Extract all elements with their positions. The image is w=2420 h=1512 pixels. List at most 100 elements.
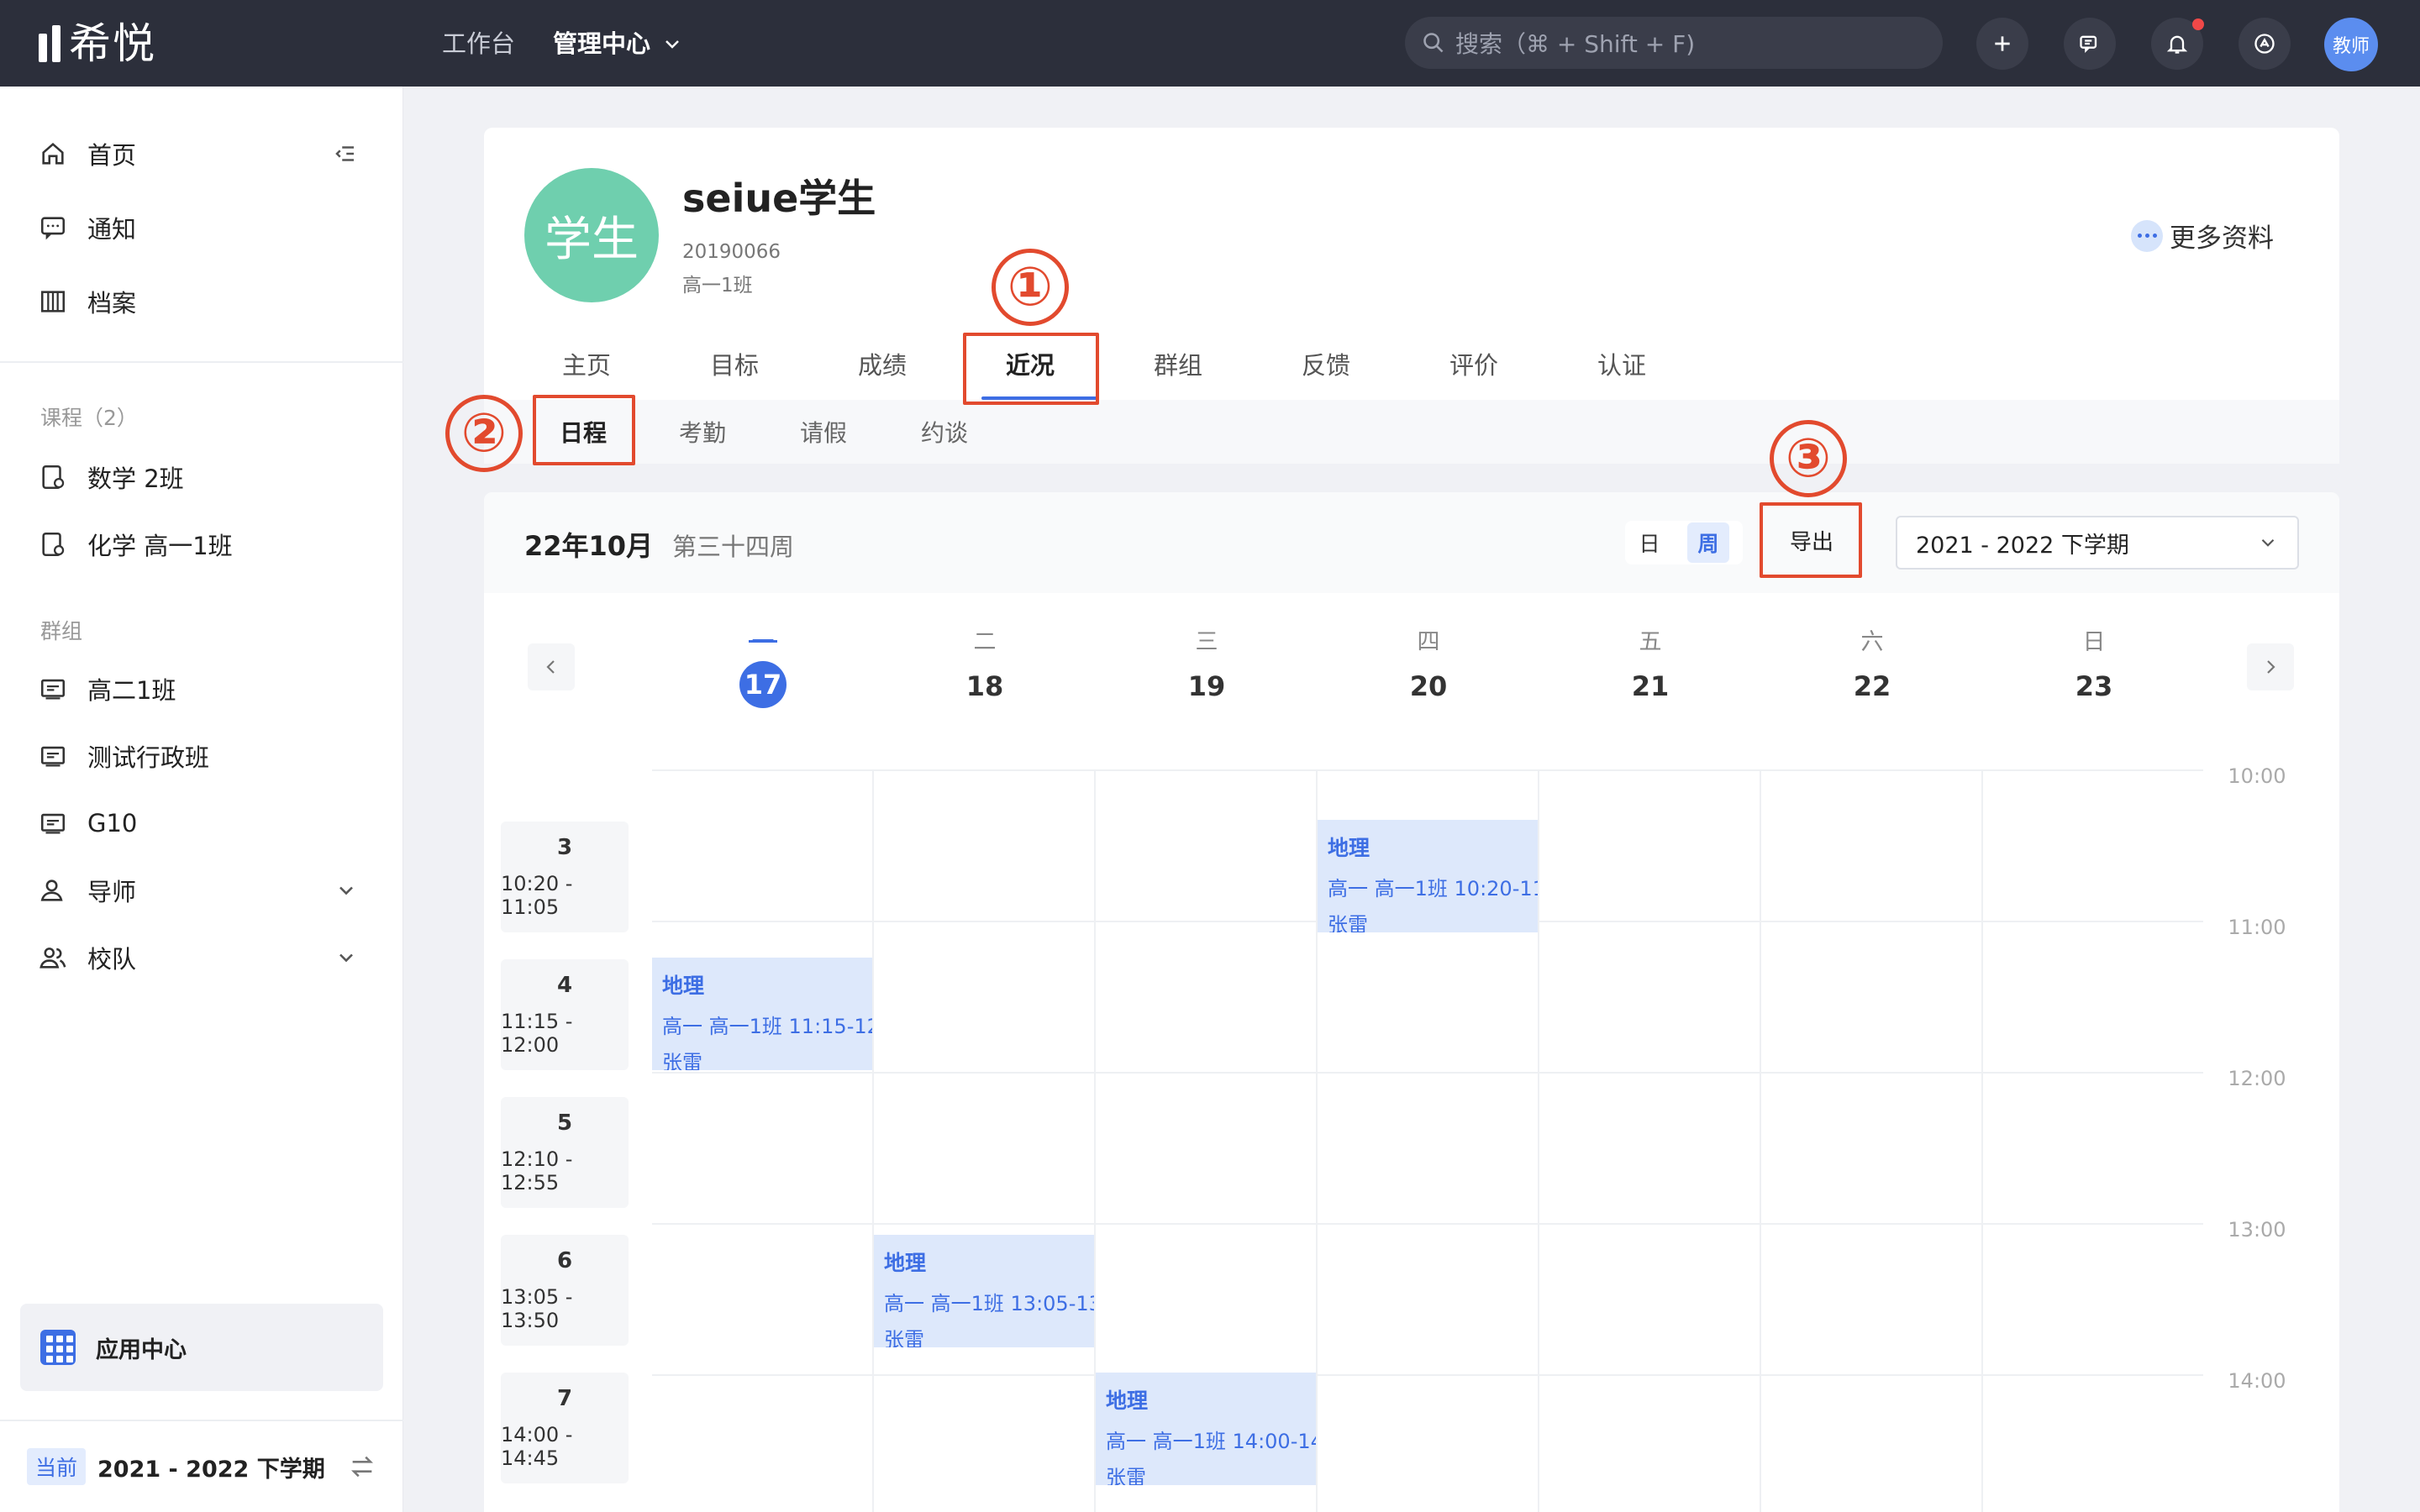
sidebar-item-group-3[interactable]: G10 bbox=[39, 802, 137, 844]
period-number: 4 bbox=[556, 973, 573, 998]
chevron-down-icon bbox=[666, 40, 679, 49]
current-term: 2021 - 2022 下学期 bbox=[97, 1456, 325, 1483]
today-marker bbox=[721, 623, 805, 643]
period-number: 5 bbox=[556, 1110, 573, 1136]
tab-goals[interactable]: 目标 bbox=[701, 346, 768, 381]
day-name: 三 bbox=[1195, 629, 1218, 655]
current-month: 22年10月 bbox=[524, 530, 654, 562]
subtab-leave[interactable]: 请假 bbox=[800, 415, 847, 449]
message-icon bbox=[40, 217, 66, 240]
course-icon bbox=[42, 532, 65, 557]
sidebar-item-group-1[interactable]: 高二1班 bbox=[39, 668, 176, 710]
search-placeholder: 搜索（⌘ + Shift + F) bbox=[1455, 30, 1696, 58]
subtab-attendance[interactable]: 考勤 bbox=[679, 415, 726, 449]
event-teacher: 张雷 bbox=[1328, 913, 1368, 932]
grid-line bbox=[1538, 769, 1539, 1512]
event-title: 地理 bbox=[1328, 836, 1370, 860]
schedule-event[interactable]: 地理 高一 高一1班 11:15-12:00 张雷 bbox=[652, 958, 872, 1070]
day-date[interactable]: 22 bbox=[1830, 670, 1914, 702]
sidebar-item-mentor[interactable]: 导师 bbox=[39, 869, 136, 911]
day-date[interactable]: 18 bbox=[943, 670, 1027, 702]
sidebar-item-home[interactable]: 首页 bbox=[39, 133, 136, 175]
sidebar-item-course-chem[interactable]: 化学 高一1班 bbox=[39, 523, 233, 565]
day-date[interactable]: 23 bbox=[2052, 670, 2136, 702]
switch-term-icon[interactable] bbox=[348, 1452, 376, 1481]
period-slot: 5 12:10 - 12:55 bbox=[501, 1097, 629, 1208]
grid-icon bbox=[40, 1330, 76, 1365]
sidebar-item-team[interactable]: 校队 bbox=[39, 937, 136, 979]
more-info-button[interactable]: 更多资料 bbox=[2131, 217, 2274, 255]
collapse-sidebar-icon[interactable] bbox=[333, 141, 358, 166]
chevron-down-icon[interactable] bbox=[334, 946, 358, 969]
schedule-event[interactable]: 地理 高一 高一1班 14:00-14:45 张雷 bbox=[1096, 1373, 1316, 1485]
search-input[interactable]: 搜索（⌘ + Shift + F) bbox=[1405, 17, 1943, 69]
student-name: seiue学生 bbox=[682, 176, 876, 221]
day-name: 五 bbox=[1639, 629, 1662, 655]
sidebar-item-label: 校队 bbox=[87, 945, 137, 974]
annotation-number: ③ bbox=[1770, 420, 1847, 497]
sidebar-item-label: 高二1班 bbox=[87, 676, 176, 705]
user-avatar[interactable]: 教师 bbox=[2324, 18, 2378, 71]
annotation-number: ① bbox=[992, 249, 1069, 326]
courses-group-label: 课程（2） bbox=[40, 406, 138, 430]
app-logo[interactable]: 希悦 bbox=[39, 20, 156, 67]
day-date-today[interactable]: 17 bbox=[721, 661, 805, 708]
messages-button[interactable] bbox=[2064, 18, 2116, 70]
period-time: 13:05 - 13:50 bbox=[501, 1285, 573, 1332]
annotation-number: ② bbox=[445, 395, 523, 472]
today-date: 17 bbox=[739, 661, 786, 708]
tab-certification[interactable]: 认证 bbox=[1588, 346, 1655, 381]
sidebar-item-archive[interactable]: 档案 bbox=[39, 281, 136, 323]
student-class: 高一1班 bbox=[682, 275, 753, 297]
view-day-button[interactable]: 日 bbox=[1639, 528, 1660, 558]
nav-admin-center-label: 管理中心 bbox=[553, 29, 651, 58]
current-term-bar[interactable]: 当前 2021 - 2022 下学期 bbox=[0, 1420, 403, 1512]
sidebar-item-label: 数学 2班 bbox=[87, 465, 184, 493]
sidebar-divider bbox=[0, 361, 403, 363]
chevron-left-icon bbox=[546, 660, 555, 674]
home-icon bbox=[42, 142, 64, 165]
tab-home[interactable]: 主页 bbox=[553, 346, 620, 381]
day-date[interactable]: 21 bbox=[1608, 670, 1692, 702]
grid-line bbox=[872, 769, 874, 1512]
annotation-box-schedule-subtab bbox=[533, 395, 635, 465]
nav-admin-center[interactable]: 管理中心 bbox=[553, 25, 682, 62]
tab-groups[interactable]: 群组 bbox=[1144, 346, 1212, 381]
course-icon bbox=[42, 465, 65, 490]
tab-evaluation[interactable]: 评价 bbox=[1440, 346, 1507, 381]
schedule-event[interactable]: 地理 高一 高一1班 13:05-13:50 张雷 bbox=[874, 1235, 1094, 1347]
tab-grades[interactable]: 成绩 bbox=[849, 346, 916, 381]
grid-line bbox=[652, 1223, 2203, 1225]
nav-workbench[interactable]: 工作台 bbox=[442, 25, 515, 62]
current-badge: 当前 bbox=[27, 1448, 87, 1485]
student-id: 20190066 bbox=[682, 241, 781, 263]
app-center-button[interactable]: 应用中心 bbox=[20, 1304, 383, 1391]
day-date[interactable]: 19 bbox=[1165, 670, 1249, 702]
time-label: 12:00 bbox=[2228, 1067, 2286, 1090]
view-week-button[interactable]: 周 bbox=[1687, 522, 1729, 563]
next-week-button[interactable] bbox=[2247, 643, 2294, 690]
term-select[interactable]: 2021 - 2022 下学期 bbox=[1896, 516, 2299, 570]
switch-role-button[interactable] bbox=[2238, 18, 2291, 70]
add-button[interactable] bbox=[1976, 18, 2028, 70]
event-teacher: 张雷 bbox=[1106, 1466, 1146, 1485]
event-teacher: 张雷 bbox=[884, 1328, 924, 1347]
prev-week-button[interactable] bbox=[528, 643, 575, 690]
sidebar-item-label: 化学 高一1班 bbox=[87, 532, 233, 560]
time-label: 13:00 bbox=[2228, 1218, 2286, 1242]
schedule-event[interactable]: 地理 高一 高一1班 10:20-11:05 张雷 bbox=[1318, 820, 1538, 932]
sidebar-item-group-2[interactable]: 测试行政班 bbox=[39, 735, 209, 777]
annotation-box-export bbox=[1760, 502, 1862, 578]
grid-line bbox=[1760, 769, 1761, 1512]
day-date[interactable]: 20 bbox=[1386, 670, 1470, 702]
sidebar-item-notice[interactable]: 通知 bbox=[39, 207, 136, 249]
chevron-down-icon[interactable] bbox=[334, 879, 358, 902]
event-title: 地理 bbox=[662, 974, 705, 998]
subtab-meeting[interactable]: 约谈 bbox=[921, 415, 968, 449]
event-detail: 高一 高一1班 14:00-14:45 bbox=[1106, 1430, 1316, 1453]
period-number: 7 bbox=[556, 1386, 573, 1411]
class-icon bbox=[40, 746, 66, 767]
sidebar-item-course-math[interactable]: 数学 2班 bbox=[39, 456, 184, 498]
tab-feedback[interactable]: 反馈 bbox=[1292, 346, 1360, 381]
app-center-label: 应用中心 bbox=[96, 1336, 187, 1363]
